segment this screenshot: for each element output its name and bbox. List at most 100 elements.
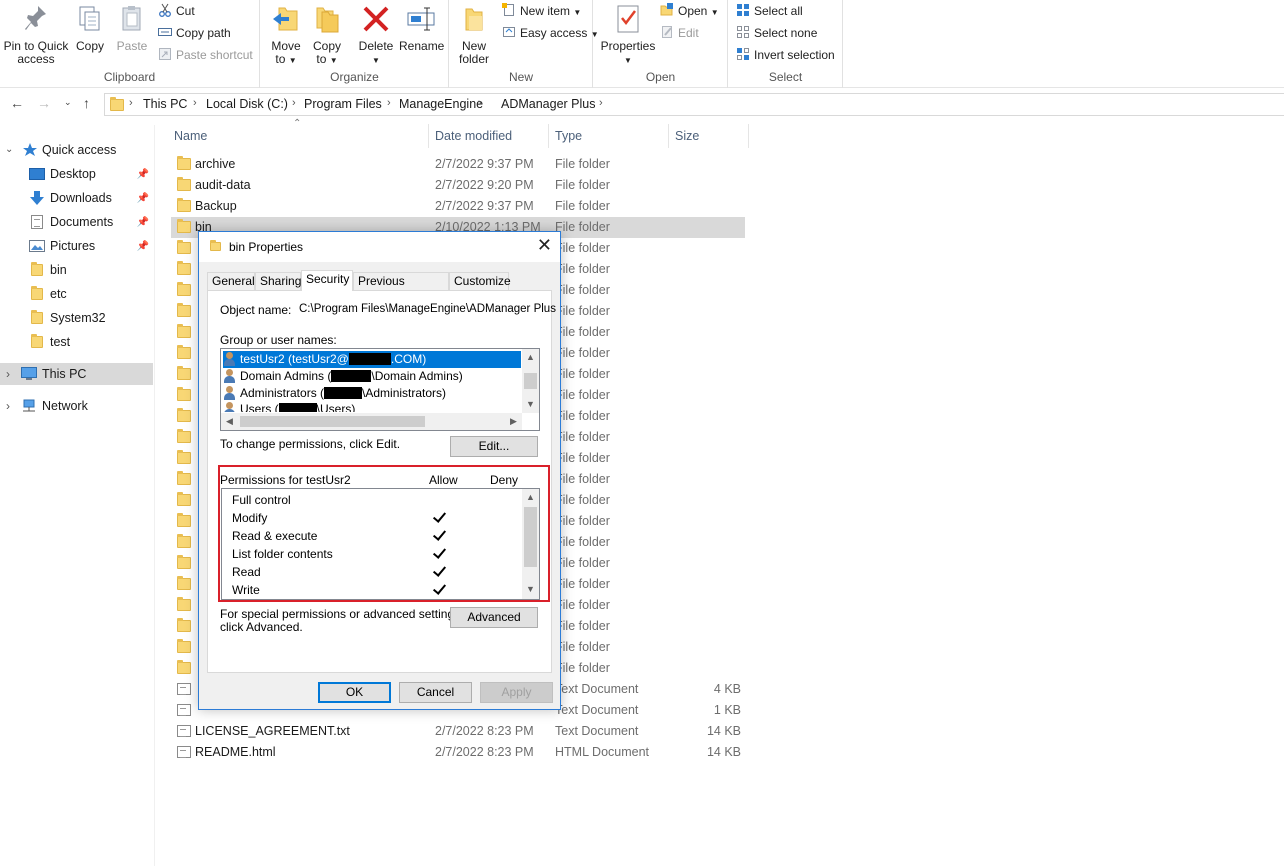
column-header-name[interactable]: Name <box>174 124 207 148</box>
invert-selection-button[interactable]: Invert selection <box>736 45 835 65</box>
breadcrumb-local-disk[interactable]: Local Disk (C:) <box>206 97 288 111</box>
sidebar-item-bin[interactable]: bin <box>0 259 153 281</box>
select-all-button[interactable]: Select all <box>736 1 803 21</box>
tab-security[interactable]: Security <box>301 270 353 291</box>
computer-icon <box>21 367 37 380</box>
pin-to-quick-access-button[interactable]: Pin to Quick access <box>2 2 70 66</box>
recent-locations-chevron-icon[interactable]: ⌄ <box>64 97 72 108</box>
column-header-type[interactable]: Type <box>555 124 582 148</box>
file-date: 2/7/2022 9:20 PM <box>435 178 534 192</box>
sidebar-item-documents[interactable]: Documents 📌 <box>0 211 153 233</box>
ok-button[interactable]: OK <box>318 682 391 703</box>
back-arrow-icon[interactable]: ← <box>10 95 24 111</box>
chevron-down-icon[interactable]: ⌄ <box>5 139 13 161</box>
chevron-right-icon[interactable]: › <box>6 395 10 417</box>
table-row[interactable]: LICENSE_AGREEMENT.txt 2/7/2022 8:23 PM Tex… <box>171 721 745 742</box>
breadcrumb-this-pc[interactable]: This PC <box>143 97 187 111</box>
delete-button[interactable]: Delete ▼ <box>356 2 396 67</box>
paste-shortcut-button[interactable]: Paste shortcut <box>158 45 253 65</box>
properties-button[interactable]: Properties ▼ <box>600 2 656 67</box>
rename-icon <box>405 2 437 36</box>
paste-button[interactable]: Paste <box>114 2 150 53</box>
scroll-left-icon[interactable]: ◀ <box>221 413 238 430</box>
breadcrumb-manageengine[interactable]: ManageEngine <box>399 97 483 111</box>
sidebar-item-network[interactable]: › Network <box>0 395 153 417</box>
tab-previous-versions[interactable]: Previous Versions <box>353 272 449 305</box>
column-divider <box>428 124 429 148</box>
new-folder-button[interactable]: New folder <box>454 2 494 66</box>
close-icon[interactable]: ✕ <box>537 235 552 256</box>
folder-icon <box>177 282 191 296</box>
list-item-user[interactable]: Administrators (\Administrators) <box>223 385 446 402</box>
advanced-button[interactable]: Advanced <box>450 607 538 628</box>
file-type: File folder <box>555 661 610 675</box>
sidebar-item-pictures[interactable]: Pictures 📌 <box>0 235 153 257</box>
forward-arrow-icon[interactable]: → <box>37 95 51 111</box>
list-item-user[interactable]: Domain Admins (\Domain Admins) <box>223 368 463 385</box>
sidebar-item-test[interactable]: test <box>0 331 153 353</box>
chevron-down-icon: ▼ <box>573 8 582 17</box>
table-row[interactable]: Backup 2/7/2022 9:37 PM File folder <box>171 196 745 217</box>
scrollbar-thumb[interactable] <box>240 416 425 427</box>
apply-button[interactable]: Apply <box>480 682 553 703</box>
sidebar-item-desktop[interactable]: Desktop 📌 <box>0 163 153 185</box>
edit-permissions-button[interactable]: Edit... <box>450 436 538 457</box>
folder-icon <box>177 492 191 506</box>
dialog-title-bar[interactable]: bin Properties ✕ <box>199 232 560 262</box>
list-item-user[interactable]: testUsr2 (testUsr2@ .COM) <box>223 351 521 368</box>
folder-icon <box>177 345 191 359</box>
sidebar-item-etc[interactable]: etc <box>0 283 153 305</box>
address-bar[interactable]: › This PC › Local Disk (C:) › Program Fi… <box>104 93 1284 116</box>
scroll-right-icon[interactable]: ▶ <box>505 413 522 430</box>
easy-access-button[interactable]: Easy access ▼ <box>502 23 599 43</box>
file-type: File folder <box>555 388 610 402</box>
copy-to-button[interactable]: Copy to ▼ <box>307 2 347 67</box>
breadcrumb-admanager-plus[interactable]: ADManager Plus <box>501 97 596 111</box>
chevron-down-icon: ▼ <box>288 56 297 65</box>
tab-sharing[interactable]: Sharing <box>255 272 301 290</box>
cancel-button[interactable]: Cancel <box>399 682 472 703</box>
sidebar-item-downloads[interactable]: Downloads 📌 <box>0 187 153 209</box>
sidebar-item-this-pc[interactable]: › This PC <box>0 363 153 385</box>
scrollbar-thumb[interactable] <box>524 373 537 389</box>
column-divider <box>748 124 749 148</box>
copy-path-button[interactable]: Copy path <box>158 23 231 43</box>
group-user-list[interactable]: testUsr2 (testUsr2@ .COM) Domain Admins (… <box>220 348 540 431</box>
table-row[interactable]: README.html 2/7/2022 8:23 PM HTML Document… <box>171 742 745 763</box>
table-row[interactable]: audit-data 2/7/2022 9:20 PM File folder <box>171 175 745 196</box>
copy-button[interactable]: Copy <box>72 2 108 53</box>
edit-button[interactable]: Edit <box>660 23 699 43</box>
vertical-scrollbar[interactable]: ▲ ▼ <box>522 349 539 413</box>
cut-button[interactable]: Cut <box>158 1 195 21</box>
tab-general[interactable]: General <box>207 272 255 290</box>
chevron-right-icon: › <box>599 97 603 109</box>
horizontal-scrollbar[interactable]: ◀ ▶ <box>221 413 522 430</box>
file-size: 1 KB <box>713 703 741 717</box>
file-type: File folder <box>555 472 610 486</box>
select-none-button[interactable]: Select none <box>736 23 817 43</box>
document-icon <box>177 725 191 737</box>
list-item-user[interactable]: Users (\Users) <box>223 402 355 412</box>
scroll-down-icon[interactable]: ▼ <box>522 396 539 413</box>
open-button[interactable]: Open ▼ <box>660 1 719 21</box>
rename-button[interactable]: Rename <box>399 2 444 53</box>
file-type: Text Document <box>555 682 639 696</box>
move-to-button[interactable]: Move to ▼ <box>266 2 306 67</box>
column-header-date[interactable]: Date modified <box>435 124 512 148</box>
new-item-button[interactable]: New item ▼ <box>502 1 581 21</box>
sidebar-item-system32[interactable]: System32 <box>0 307 153 329</box>
tab-customize[interactable]: Customize <box>449 272 511 290</box>
breadcrumb-program-files[interactable]: Program Files <box>304 97 382 111</box>
folder-icon <box>177 618 191 632</box>
document-icon <box>177 683 191 695</box>
folder-icon <box>31 286 43 300</box>
new-folder-icon <box>458 2 490 36</box>
table-row[interactable]: archive 2/7/2022 9:37 PM File folder <box>171 154 745 175</box>
sidebar-item-quick-access[interactable]: ⌄ Quick access <box>0 139 153 161</box>
file-size: 14 KB <box>706 745 741 759</box>
column-header-size[interactable]: Size <box>675 124 699 148</box>
scroll-up-icon[interactable]: ▲ <box>522 349 539 366</box>
chevron-right-icon[interactable]: › <box>6 363 10 385</box>
organize-group: Move to ▼ Copy to ▼ Delete ▼ Rename Orga… <box>261 0 449 88</box>
up-arrow-icon[interactable]: ↑ <box>83 95 90 111</box>
